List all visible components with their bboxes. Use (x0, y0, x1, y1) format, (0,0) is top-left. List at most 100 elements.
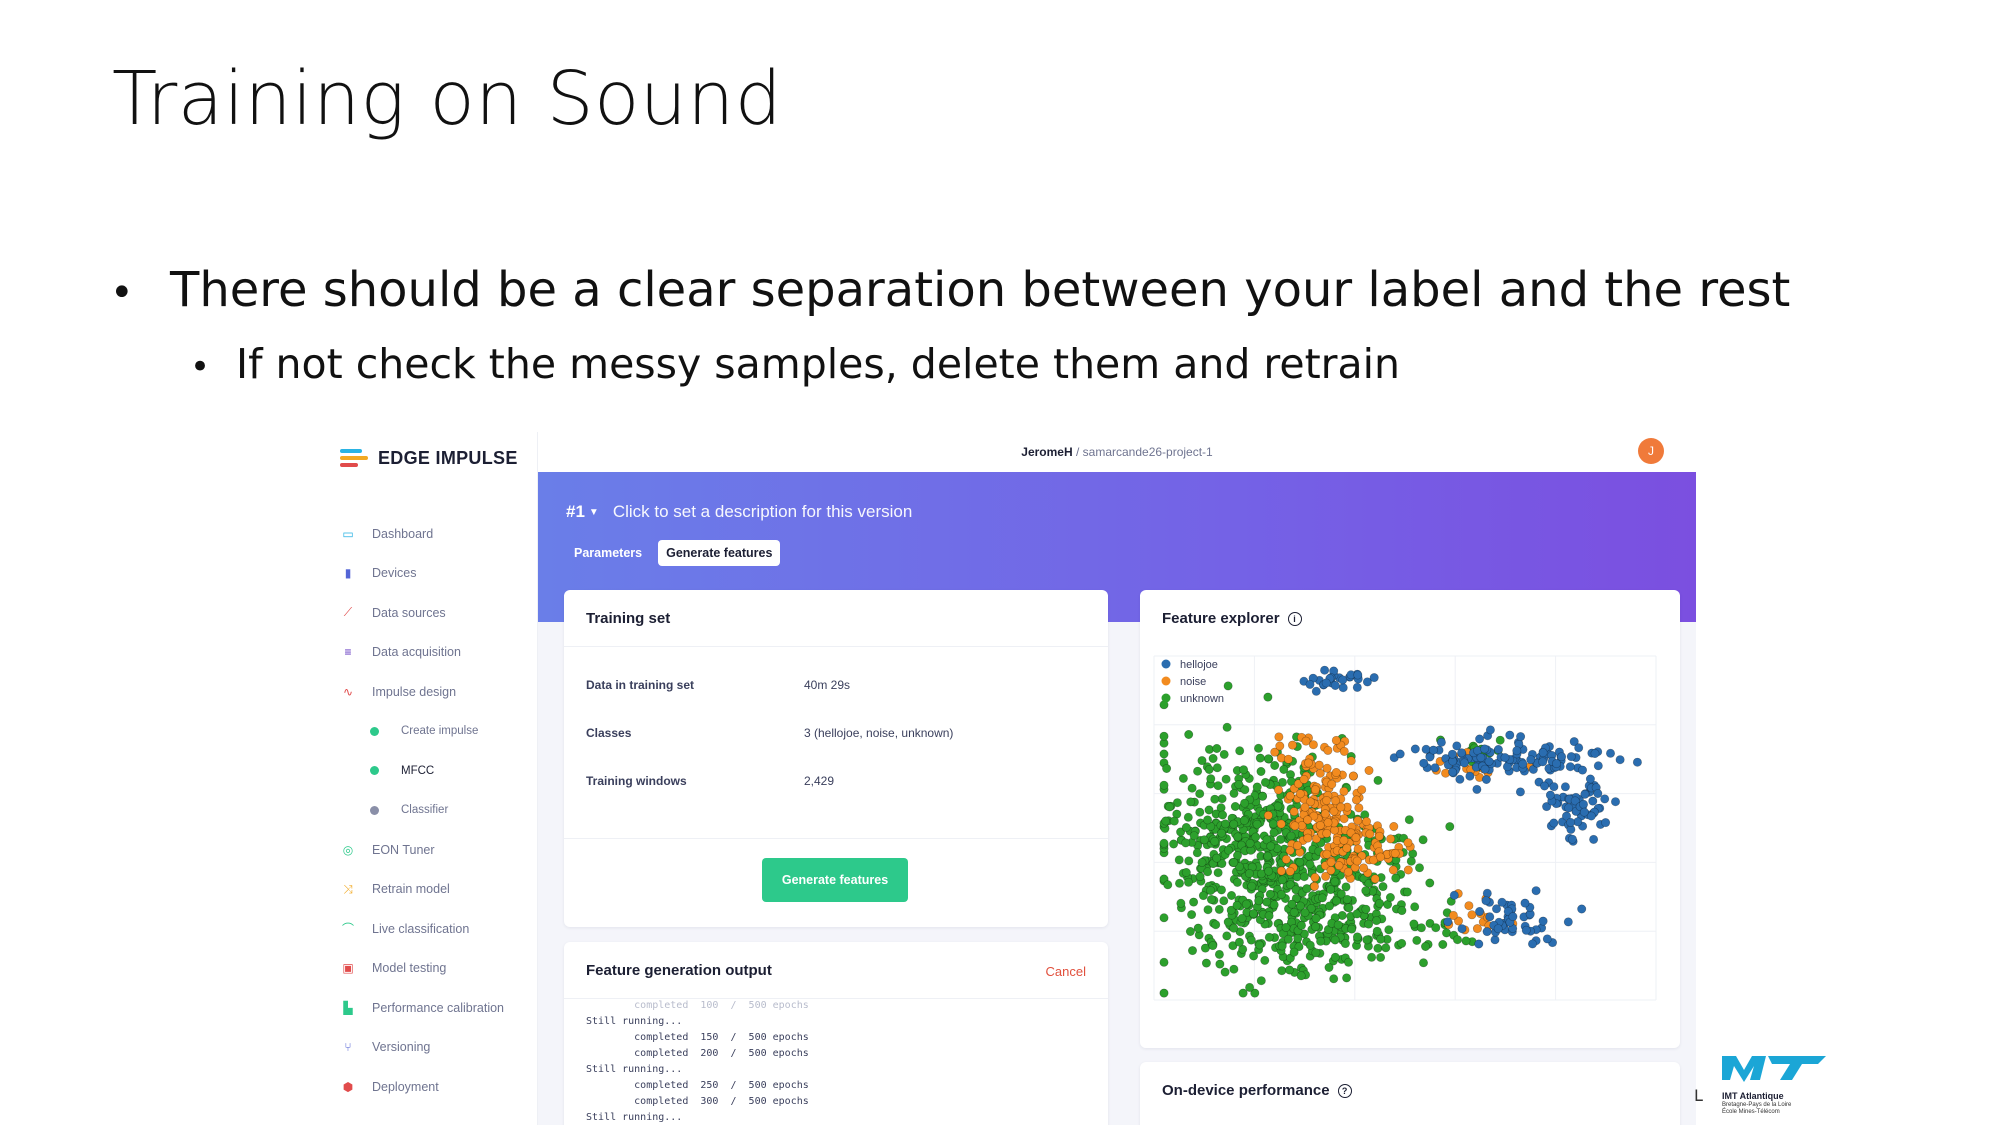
scatter-point-hellojoe[interactable] (1449, 890, 1459, 900)
scatter-point-unknown[interactable] (1316, 936, 1326, 946)
scatter-point-hellojoe[interactable] (1457, 924, 1467, 934)
scatter-point-hellojoe[interactable] (1590, 749, 1600, 759)
scatter-point-unknown[interactable] (1178, 773, 1188, 783)
version-description[interactable]: Click to set a description for this vers… (613, 502, 913, 522)
scatter-point-unknown[interactable] (1373, 775, 1383, 785)
scatter-point-hellojoe[interactable] (1600, 794, 1610, 804)
scatter-point-unknown[interactable] (1263, 851, 1273, 861)
scatter-point-hellojoe[interactable] (1565, 762, 1575, 772)
scatter-point-noise[interactable] (1293, 841, 1303, 851)
scatter-point-unknown[interactable] (1189, 831, 1199, 841)
scatter-point-unknown[interactable] (1262, 897, 1272, 907)
scatter-point-hellojoe[interactable] (1566, 752, 1576, 762)
scatter-point-unknown[interactable] (1438, 939, 1448, 949)
scatter-point-unknown[interactable] (1165, 802, 1175, 812)
sidebar-item-versioning[interactable]: ⑂ Versioning (340, 1028, 540, 1068)
scatter-point-unknown[interactable] (1300, 908, 1310, 918)
scatter-point-unknown[interactable] (1210, 836, 1220, 846)
scatter-point-unknown[interactable] (1159, 957, 1169, 967)
scatter-point-unknown[interactable] (1214, 949, 1224, 959)
scatter-point-unknown[interactable] (1233, 832, 1243, 842)
scatter-point-unknown[interactable] (1204, 744, 1214, 754)
scatter-point-unknown[interactable] (1281, 922, 1291, 932)
scatter-point-unknown[interactable] (1264, 932, 1274, 942)
scatter-point-unknown[interactable] (1330, 877, 1340, 887)
feature-scatter-plot[interactable]: hellojoe noise unknown (1144, 650, 1674, 1010)
scatter-point-unknown[interactable] (1362, 935, 1372, 945)
scatter-point-hellojoe[interactable] (1482, 927, 1492, 937)
scatter-point-noise[interactable] (1354, 803, 1364, 813)
scatter-point-noise[interactable] (1342, 843, 1352, 853)
scatter-point-unknown[interactable] (1385, 893, 1395, 903)
scatter-point-noise[interactable] (1310, 881, 1320, 891)
scatter-point-hellojoe[interactable] (1508, 912, 1518, 922)
scatter-point-unknown[interactable] (1247, 881, 1257, 891)
scatter-point-noise[interactable] (1310, 785, 1320, 795)
scatter-point-unknown[interactable] (1227, 891, 1237, 901)
scatter-point-hellojoe[interactable] (1443, 917, 1453, 927)
scatter-point-unknown[interactable] (1445, 822, 1455, 832)
scatter-point-hellojoe[interactable] (1430, 763, 1440, 773)
scatter-point-unknown[interactable] (1305, 940, 1315, 950)
scatter-point-unknown[interactable] (1431, 923, 1441, 933)
scatter-point-hellojoe[interactable] (1588, 796, 1598, 806)
scatter-point-unknown[interactable] (1203, 815, 1213, 825)
scatter-point-hellojoe[interactable] (1474, 939, 1484, 949)
scatter-point-noise[interactable] (1308, 740, 1318, 750)
scatter-point-unknown[interactable] (1452, 935, 1462, 945)
scatter-point-noise[interactable] (1339, 746, 1349, 756)
scatter-point-unknown[interactable] (1416, 923, 1426, 933)
scatter-point-hellojoe[interactable] (1353, 670, 1363, 680)
scatter-point-unknown[interactable] (1220, 819, 1230, 829)
scatter-point-noise[interactable] (1310, 873, 1320, 883)
scatter-point-unknown[interactable] (1296, 971, 1306, 981)
scatter-point-noise[interactable] (1351, 795, 1361, 805)
scatter-point-hellojoe[interactable] (1578, 799, 1588, 809)
scatter-point-unknown[interactable] (1266, 841, 1276, 851)
scatter-point-noise[interactable] (1370, 874, 1380, 884)
legend-item-hellojoe[interactable]: hellojoe (1161, 659, 1218, 671)
scatter-point-noise[interactable] (1357, 785, 1367, 795)
scatter-point-unknown[interactable] (1217, 828, 1227, 838)
scatter-point-hellojoe[interactable] (1610, 797, 1620, 807)
scatter-point-unknown[interactable] (1372, 926, 1382, 936)
scatter-point-unknown[interactable] (1197, 857, 1207, 867)
version-selector[interactable]: #1 ▼ Click to set a description for this… (566, 502, 912, 522)
scatter-point-unknown[interactable] (1384, 925, 1394, 935)
scatter-point-unknown[interactable] (1163, 880, 1173, 890)
scatter-point-unknown[interactable] (1181, 838, 1191, 848)
scatter-point-unknown[interactable] (1215, 959, 1225, 969)
scatter-point-unknown[interactable] (1185, 926, 1195, 936)
scatter-point-noise[interactable] (1303, 833, 1313, 843)
scatter-point-unknown[interactable] (1229, 964, 1239, 974)
scatter-point-unknown[interactable] (1420, 941, 1430, 951)
scatter-point-hellojoe[interactable] (1580, 789, 1590, 799)
scatter-point-noise[interactable] (1326, 857, 1336, 867)
scatter-point-unknown[interactable] (1189, 897, 1199, 907)
scatter-point-unknown[interactable] (1195, 807, 1205, 817)
scatter-point-unknown[interactable] (1224, 845, 1234, 855)
scatter-point-unknown[interactable] (1229, 858, 1239, 868)
scatter-point-unknown[interactable] (1254, 743, 1264, 753)
sidebar-item-data-sources[interactable]: ⟋ Data sources (340, 593, 540, 633)
scatter-point-unknown[interactable] (1277, 966, 1287, 976)
scatter-point-noise[interactable] (1276, 819, 1286, 829)
scatter-point-unknown[interactable] (1286, 831, 1296, 841)
scatter-point-noise[interactable] (1274, 785, 1284, 795)
sidebar-item-mfcc[interactable]: MFCC (340, 751, 540, 791)
scatter-point-noise[interactable] (1299, 774, 1309, 784)
scatter-point-hellojoe[interactable] (1305, 679, 1315, 689)
scatter-point-unknown[interactable] (1217, 885, 1227, 895)
scatter-point-unknown[interactable] (1208, 754, 1218, 764)
scatter-point-unknown[interactable] (1206, 774, 1216, 784)
scatter-point-noise[interactable] (1339, 814, 1349, 824)
scatter-point-unknown[interactable] (1212, 853, 1222, 863)
scatter-point-hellojoe[interactable] (1476, 753, 1486, 763)
help-icon[interactable]: ? (1337, 1083, 1352, 1098)
scatter-point-unknown[interactable] (1283, 934, 1293, 944)
scatter-point-hellojoe[interactable] (1485, 725, 1495, 735)
scatter-point-noise[interactable] (1362, 817, 1372, 827)
sidebar-item-impulse-design[interactable]: ∿ Impulse design (340, 672, 540, 712)
scatter-point-unknown[interactable] (1264, 866, 1274, 876)
scatter-point-hellojoe[interactable] (1521, 925, 1531, 935)
